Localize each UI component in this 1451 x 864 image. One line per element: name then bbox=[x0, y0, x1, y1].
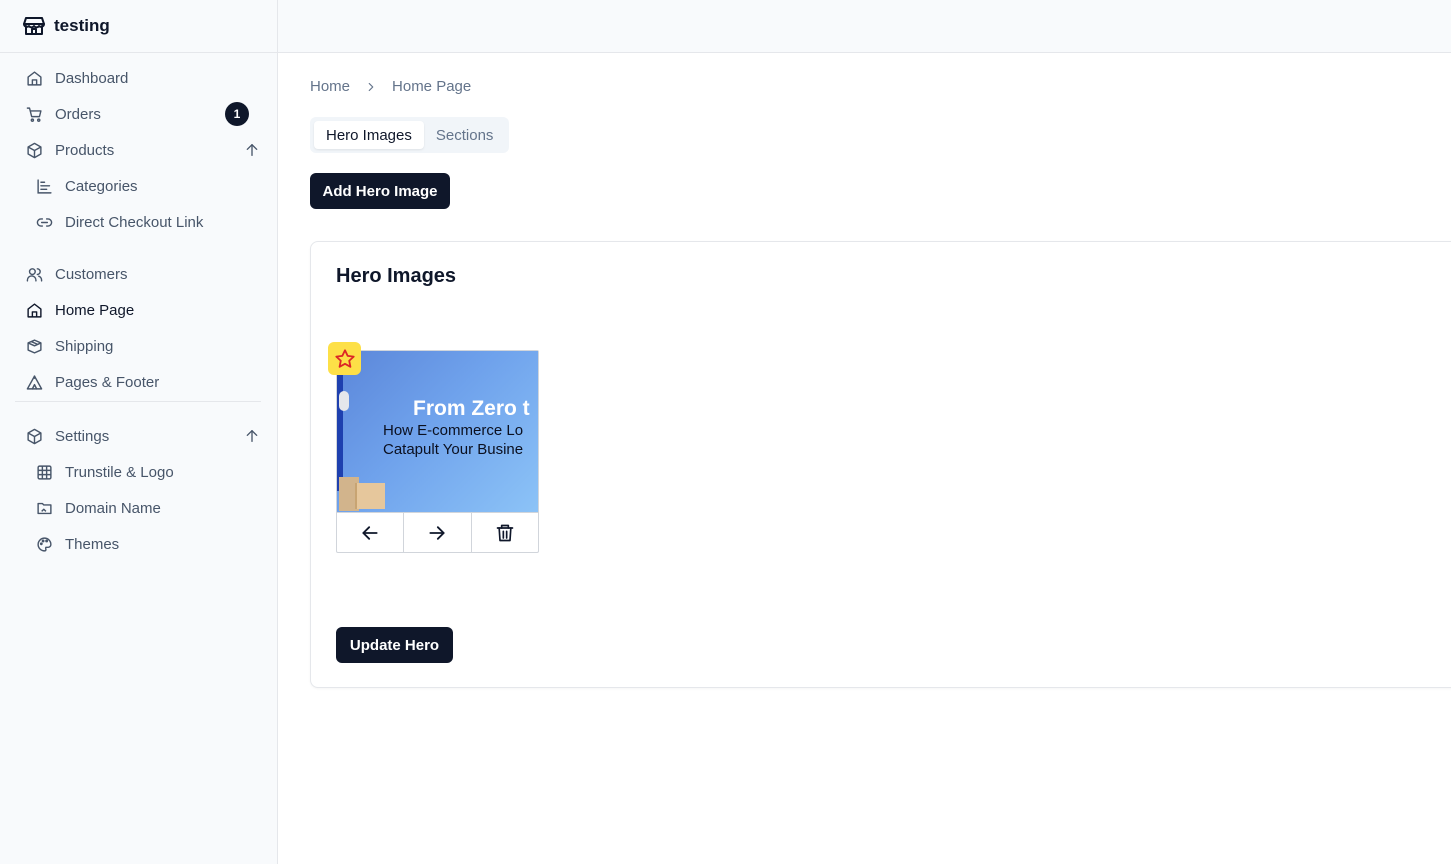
tab-hero-images[interactable]: Hero Images bbox=[314, 121, 424, 149]
package-icon bbox=[27, 142, 42, 158]
sidebar-item-orders[interactable]: Orders 1 bbox=[14, 96, 262, 132]
sidebar-item-categories[interactable]: Categories bbox=[14, 168, 262, 204]
tent-icon bbox=[26, 374, 43, 390]
hero-image-preview: From Zero t How E-commerce Lo Catapult Y… bbox=[337, 351, 538, 512]
sidebar-item-customers[interactable]: Customers bbox=[14, 256, 262, 292]
tab-list: Hero Images Sections bbox=[310, 117, 510, 153]
box-icon bbox=[27, 338, 42, 354]
card-title: Hero Images bbox=[336, 265, 457, 287]
sidebar-item-label: Dashboard bbox=[55, 69, 129, 87]
arrow-left-icon bbox=[362, 525, 378, 540]
sidebar-item-home-page[interactable]: Home Page bbox=[14, 292, 262, 328]
sidebar-item-label: Settings bbox=[55, 427, 110, 445]
store-icon bbox=[23, 17, 45, 35]
hero-subtext-line-2: Catapult Your Busine bbox=[383, 441, 524, 458]
sidebar-item-label: Domain Name bbox=[65, 499, 161, 517]
sidebar-item-settings[interactable]: Settings bbox=[14, 418, 262, 454]
sidebar-item-label: Products bbox=[55, 141, 115, 159]
trash-icon bbox=[496, 524, 514, 541]
sidebar-nav: Dashboard Orders 1 Products Categories D… bbox=[14, 60, 262, 562]
folder-icon bbox=[37, 502, 52, 514]
sidebar: testing Dashboard Orders 1 Products Cate… bbox=[0, 0, 278, 864]
sidebar-item-pages-footer[interactable]: Pages & Footer bbox=[14, 364, 262, 400]
sidebar-item-label: Categories bbox=[65, 177, 138, 195]
sidebar-item-direct-checkout-link[interactable]: Direct Checkout Link bbox=[14, 204, 262, 240]
sidebar-item-label: Trunstile & Logo bbox=[65, 463, 174, 481]
chart-icon bbox=[37, 178, 52, 194]
tab-sections[interactable]: Sections bbox=[424, 121, 506, 149]
sidebar-item-trunstile-logo[interactable]: Trunstile & Logo bbox=[14, 454, 262, 490]
sidebar-item-label: Themes bbox=[65, 535, 120, 553]
users-icon bbox=[26, 267, 43, 282]
decor-stripe bbox=[337, 371, 343, 491]
sidebar-item-domain-name[interactable]: Domain Name bbox=[14, 490, 262, 526]
sidebar-item-label: Direct Checkout Link bbox=[65, 213, 204, 231]
hero-subtext-line-1: How E-commerce Lo bbox=[383, 422, 524, 439]
delete-button[interactable] bbox=[472, 513, 538, 552]
palette-icon bbox=[37, 536, 52, 552]
link-icon bbox=[36, 217, 53, 227]
sidebar-item-label: Shipping bbox=[55, 337, 114, 355]
featured-star-button[interactable] bbox=[328, 342, 361, 375]
move-left-button[interactable] bbox=[337, 513, 405, 552]
home-icon bbox=[27, 302, 42, 318]
hero-tile-actions bbox=[337, 512, 538, 552]
move-right-button[interactable] bbox=[404, 513, 472, 552]
sidebar-item-themes[interactable]: Themes bbox=[14, 526, 262, 562]
chevron-right-icon bbox=[368, 82, 374, 91]
chevron-up-icon[interactable] bbox=[244, 428, 260, 444]
brand[interactable]: testing bbox=[0, 0, 277, 53]
grid-icon bbox=[37, 464, 52, 480]
decor-box bbox=[355, 483, 385, 509]
sidebar-divider bbox=[15, 401, 261, 402]
sidebar-item-products[interactable]: Products bbox=[14, 132, 262, 168]
sidebar-item-shipping[interactable]: Shipping bbox=[14, 328, 262, 364]
breadcrumb-current: Home Page bbox=[392, 78, 472, 95]
decor-bulb bbox=[339, 391, 349, 411]
update-hero-button[interactable]: Update Hero bbox=[336, 627, 453, 663]
cart-icon bbox=[26, 106, 42, 122]
hero-headline: From Zero t bbox=[413, 397, 530, 420]
hero-image-tile: From Zero t How E-commerce Lo Catapult Y… bbox=[328, 342, 539, 553]
sidebar-item-label: Pages & Footer bbox=[55, 373, 160, 391]
hero-subtext: How E-commerce Lo Catapult Your Busine bbox=[383, 421, 523, 459]
sidebar-item-label: Orders bbox=[55, 105, 101, 123]
sidebar-item-dashboard[interactable]: Dashboard bbox=[14, 60, 262, 96]
sidebar-item-label: Home Page bbox=[55, 301, 135, 319]
sidebar-item-label: Customers bbox=[55, 265, 128, 283]
star-icon bbox=[334, 348, 355, 368]
breadcrumb: Home Home Page bbox=[310, 78, 471, 95]
breadcrumb-home[interactable]: Home bbox=[310, 78, 350, 95]
add-hero-image-button[interactable]: Add Hero Image bbox=[310, 173, 450, 209]
home-icon bbox=[27, 70, 42, 86]
orders-count-badge: 1 bbox=[225, 102, 249, 126]
chevron-up-icon[interactable] bbox=[244, 142, 260, 158]
hero-images-card: Hero Images From Zero t How E-commerce L… bbox=[310, 241, 1451, 688]
arrow-right-icon bbox=[429, 525, 446, 540]
brand-name: testing bbox=[54, 16, 110, 35]
package-icon bbox=[27, 428, 42, 444]
top-header bbox=[278, 0, 1451, 53]
